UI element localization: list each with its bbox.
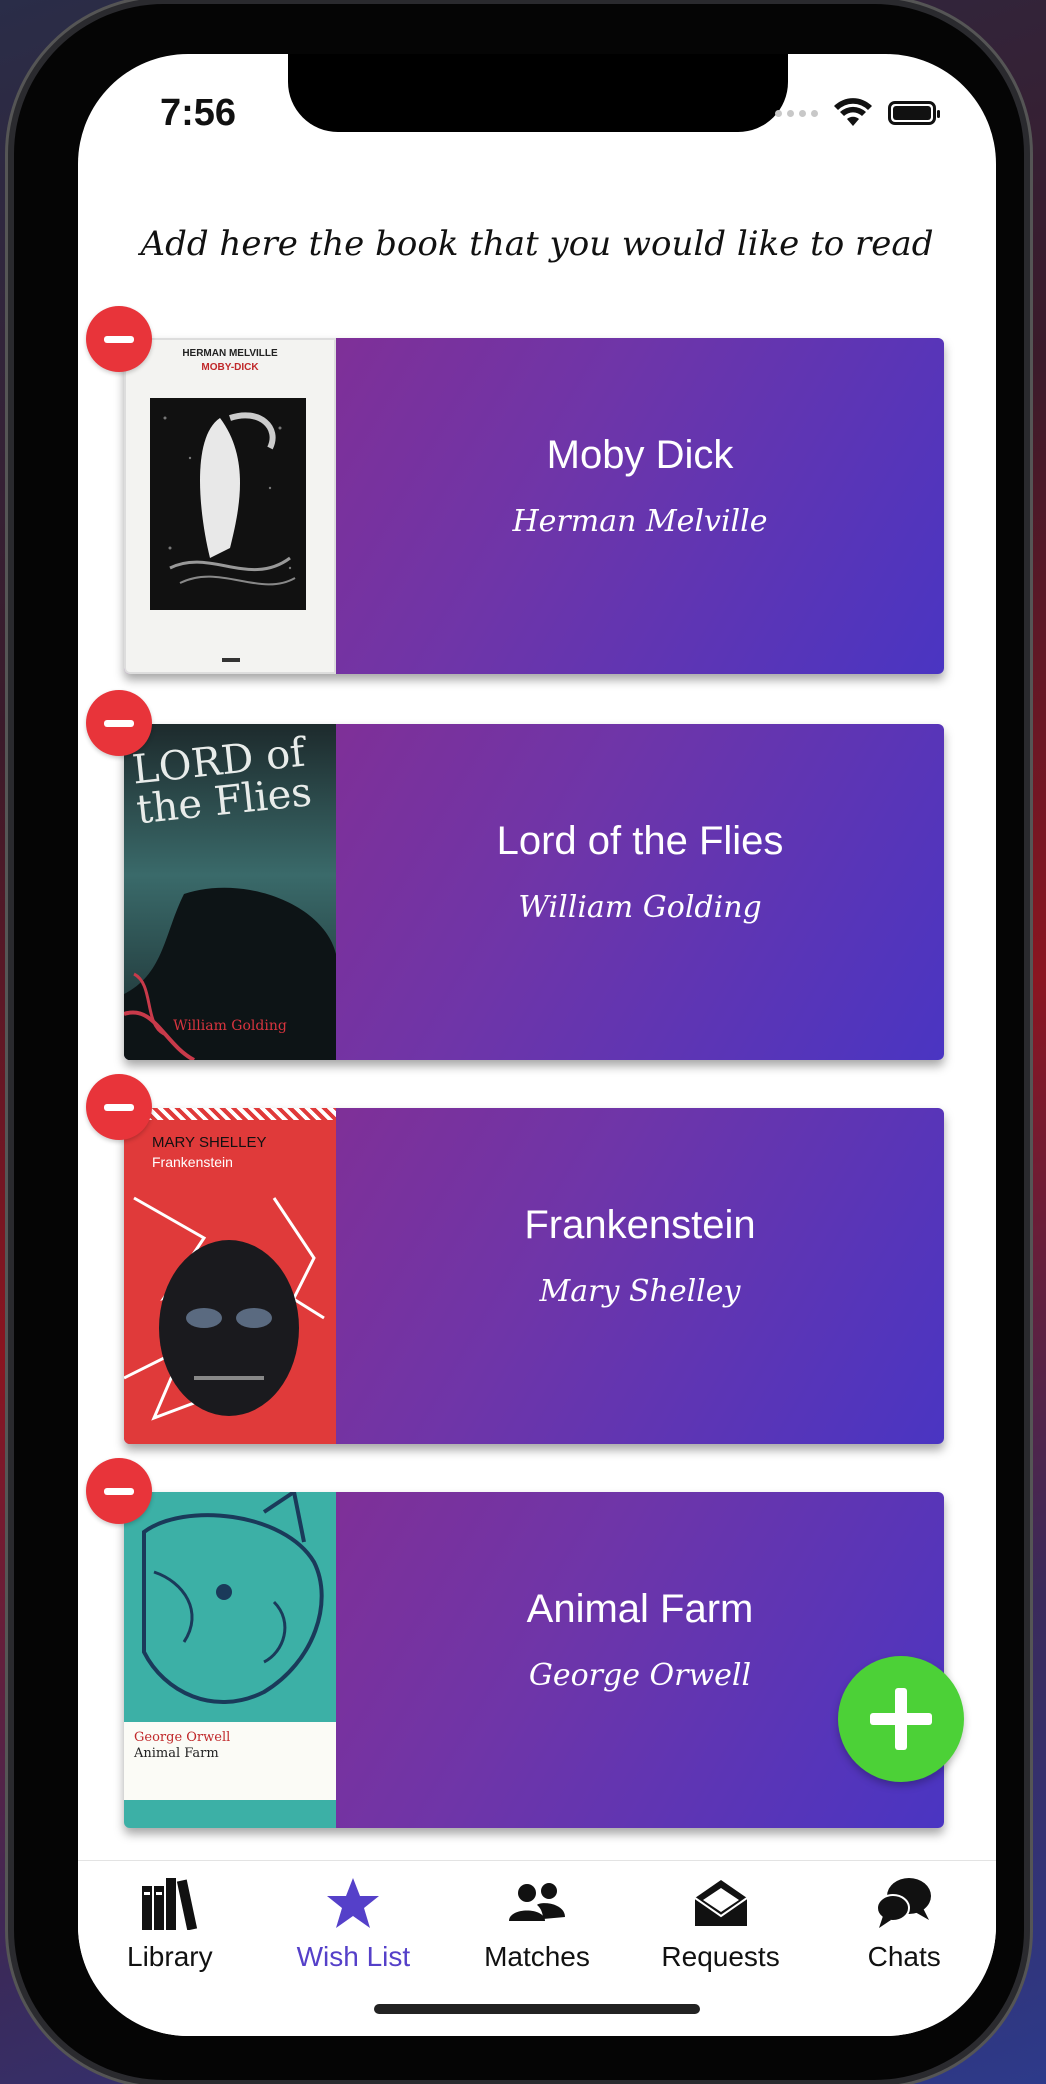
book-info: Animal Farm George Orwell	[336, 1492, 944, 1828]
tab-chats[interactable]: Chats	[814, 1861, 994, 2036]
cover-author-text: HERMAN MELVILLE	[182, 348, 278, 359]
cover-author-text: MARY SHELLEY	[152, 1134, 267, 1151]
book-cover-image: LORD of the Flies William Golding	[124, 724, 336, 1060]
tab-label: Requests	[661, 1941, 780, 1972]
cover-author-text: William Golding	[173, 1018, 287, 1034]
book-title: Moby Dick	[546, 433, 734, 477]
book-title: Lord of the Flies	[496, 819, 784, 863]
cover-title-text: Animal Farm	[134, 1746, 219, 1761]
wifi-icon	[834, 98, 872, 126]
book-info: Lord of the Flies William Golding	[336, 724, 944, 1060]
people-icon	[507, 1873, 567, 1933]
status-time: 7:56	[160, 92, 237, 134]
tab-label: Library	[127, 1941, 213, 1972]
book-info: Moby Dick Herman Melville	[336, 338, 944, 674]
pig-illustration	[124, 1492, 336, 1722]
app-screen: 7:56 Add here the book that you would li…	[78, 54, 996, 2036]
status-icons	[775, 98, 940, 128]
library-icon	[140, 1873, 200, 1933]
cover-author-text: George Orwell	[134, 1730, 231, 1745]
home-indicator	[374, 2004, 700, 2014]
book-author: Mary Shelley	[539, 1274, 741, 1309]
envelope-icon	[693, 1873, 749, 1933]
book-card[interactable]: George Orwell Animal Farm Animal Farm Ge…	[124, 1492, 944, 1828]
book-cover-image: HERMAN MELVILLE MOBY-DICK	[124, 338, 336, 674]
book-author: Herman Melville	[512, 504, 768, 539]
remove-book-button[interactable]	[86, 1458, 152, 1524]
tab-library[interactable]: Library	[80, 1861, 260, 2036]
remove-book-button[interactable]	[86, 1074, 152, 1140]
minus-icon	[104, 1487, 134, 1495]
star-icon	[325, 1873, 381, 1933]
book-card[interactable]: LORD of the Flies William Golding Lord o…	[124, 724, 944, 1060]
notch	[288, 54, 788, 132]
book-cover-image: MARY SHELLEY Frankenstein	[124, 1108, 336, 1444]
phone-frame: 7:56 Add here the book that you would li…	[14, 4, 1024, 2080]
book-title: Frankenstein	[524, 1203, 756, 1247]
book-author: William Golding	[518, 890, 762, 925]
chat-bubbles-icon	[875, 1873, 933, 1933]
book-card[interactable]: HERMAN MELVILLE MOBY-DICK Moby Dick Herm…	[124, 338, 944, 674]
book-author: George Orwell	[528, 1658, 752, 1693]
remove-book-button[interactable]	[86, 306, 152, 372]
book-card[interactable]: MARY SHELLEY Frankenstein Frankenstein M…	[124, 1108, 944, 1444]
tab-label: Matches	[484, 1941, 590, 1972]
book-title: Animal Farm	[526, 1587, 754, 1631]
wishlist-subtitle: Add here the book that you would like to…	[140, 224, 934, 264]
cover-title-text: Frankenstein	[152, 1154, 233, 1170]
whale-illustration	[150, 398, 306, 610]
book-info: Frankenstein Mary Shelley	[336, 1108, 944, 1444]
tab-label: Chats	[867, 1941, 941, 1972]
tab-label: Wish List	[296, 1941, 411, 1972]
minus-icon	[104, 1103, 134, 1111]
cover-title-text: MOBY-DICK	[201, 362, 259, 373]
signal-dots-icon	[775, 109, 818, 117]
minus-icon	[104, 719, 134, 727]
minus-icon	[104, 335, 134, 343]
add-book-button[interactable]	[838, 1656, 964, 1782]
book-cover-image: George Orwell Animal Farm	[124, 1492, 336, 1828]
battery-icon	[888, 101, 940, 125]
monster-face-illustration	[124, 1196, 325, 1421]
remove-book-button[interactable]	[86, 690, 152, 756]
cover-title-text: LORD of the Flies	[130, 729, 314, 834]
